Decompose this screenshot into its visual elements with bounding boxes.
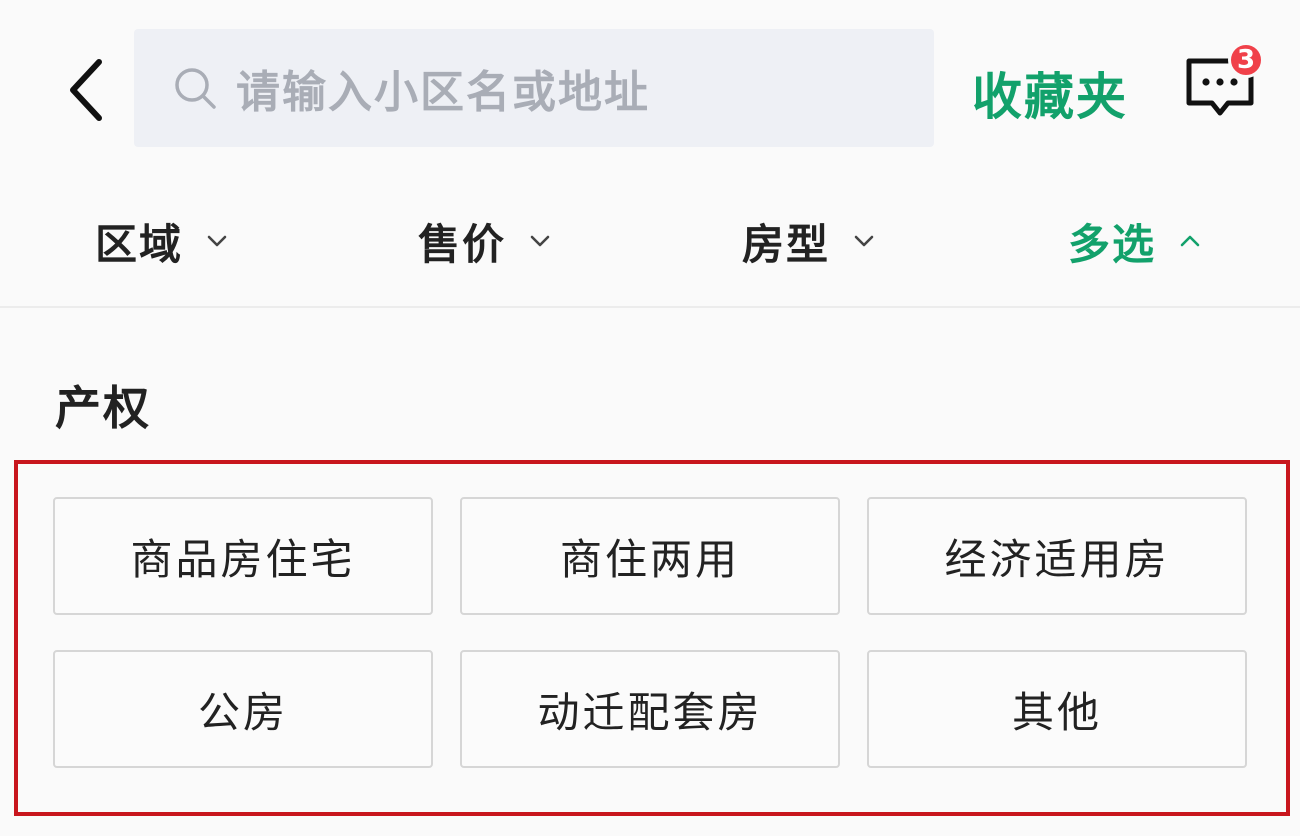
filter-region[interactable]: 区域 — [95, 176, 229, 306]
search-placeholder: 请输入小区名或地址 — [236, 67, 650, 118]
favorites-link[interactable]: 收藏夹 — [972, 58, 1128, 128]
filter-multi-select[interactable]: 多选 — [1068, 176, 1202, 306]
option-other[interactable]: 其他 — [867, 650, 1247, 768]
chevron-down-icon — [528, 229, 552, 253]
search-input[interactable]: 请输入小区名或地址 — [134, 29, 934, 147]
header: 请输入小区名或地址 收藏夹 3 — [0, 0, 1300, 176]
option-affordable-housing[interactable]: 经济适用房 — [867, 497, 1247, 615]
filter-layout[interactable]: 房型 — [742, 176, 876, 306]
option-relocation-housing[interactable]: 动迁配套房 — [460, 650, 840, 768]
section-title: 产权 — [55, 381, 151, 435]
chevron-down-icon — [852, 229, 876, 253]
option-public-housing[interactable]: 公房 — [53, 650, 433, 768]
option-mixed-use[interactable]: 商住两用 — [460, 497, 840, 615]
filter-label: 多选 — [1068, 219, 1157, 269]
back-button[interactable] — [55, 52, 115, 128]
chevron-down-icon — [205, 229, 229, 253]
search-icon — [170, 63, 220, 113]
filter-bar: 区域 售价 房型 多选 — [0, 176, 1300, 308]
page: 请输入小区名或地址 收藏夹 3 区域 售价 房型 多选 产权 商品房住宅 商住两… — [0, 0, 1300, 836]
option-commercial-residential[interactable]: 商品房住宅 — [53, 497, 433, 615]
message-button[interactable]: 3 — [1180, 42, 1270, 122]
chevron-up-icon — [1178, 229, 1202, 253]
filter-label: 售价 — [418, 219, 507, 269]
back-arrow-icon — [70, 59, 102, 121]
filter-label: 房型 — [742, 219, 831, 269]
message-badge: 3 — [1228, 42, 1264, 78]
filter-price[interactable]: 售价 — [418, 176, 552, 306]
filter-label: 区域 — [95, 219, 184, 269]
